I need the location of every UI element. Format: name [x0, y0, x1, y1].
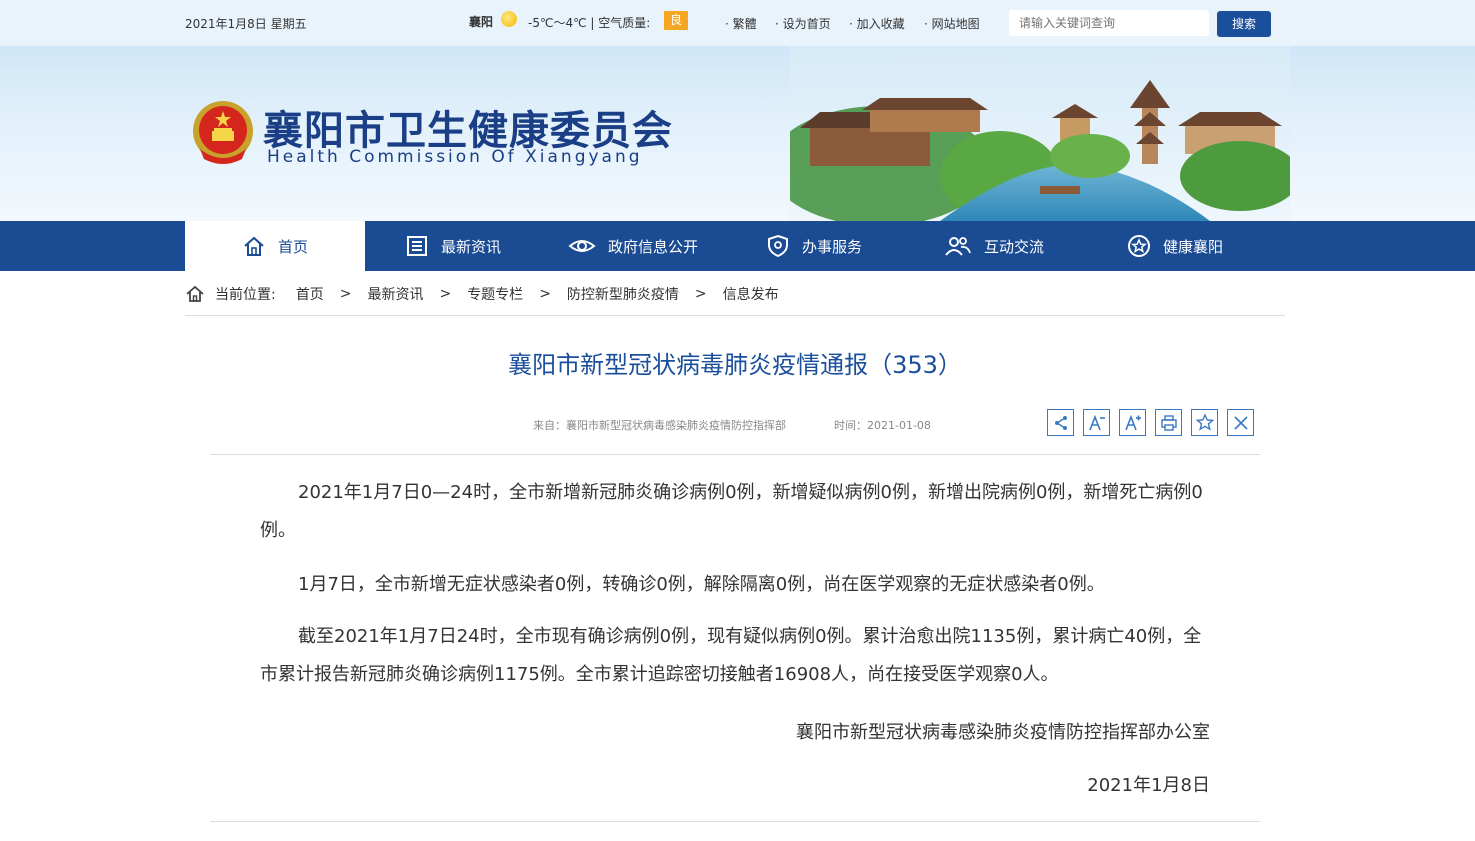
header-banner: 襄阳市卫生健康委员会 Health Commission Of Xiangyan…: [0, 46, 1475, 221]
article-sign-date: 2021年1月8日: [1087, 775, 1210, 796]
breadcrumb-epidemic[interactable]: 防控新型肺炎疫情: [567, 284, 679, 304]
nav-item-services[interactable]: 办事服务: [766, 221, 862, 271]
breadcrumb-news[interactable]: 最新资讯: [367, 284, 423, 304]
breadcrumb-separator: >: [339, 286, 352, 302]
breadcrumb: 当前位置: 首页 > 最新资讯 > 专题专栏 > 防控新型肺炎疫情 > 信息发布: [185, 283, 779, 305]
favorite-icon: [1195, 414, 1214, 431]
breadcrumb-separator: >: [539, 286, 551, 302]
star-icon: [1128, 235, 1150, 257]
shield-icon: [768, 234, 788, 258]
print-button[interactable]: [1155, 409, 1182, 436]
home-icon: [244, 236, 264, 256]
share-icon: [1054, 415, 1067, 430]
breadcrumb-info-release[interactable]: 信息发布: [723, 284, 779, 304]
article-source: 来自：襄阳市新型冠状病毒感染肺炎疫情防控指挥部: [533, 419, 786, 432]
breadcrumb-home[interactable]: 首页: [296, 284, 324, 304]
nav-item-label: 健康襄阳: [1163, 237, 1224, 256]
national-emblem-icon: [193, 101, 253, 164]
nav-item-gov-info[interactable]: 政府信息公开: [568, 221, 698, 271]
nav-item-label: 互动交流: [984, 237, 1045, 256]
people-icon: [945, 237, 971, 256]
article-signature: 襄阳市新型冠状病毒感染肺炎疫情防控指挥部办公室: [796, 722, 1210, 743]
divider: [210, 821, 1260, 822]
news-icon: [407, 236, 427, 256]
font-increase-button[interactable]: [1119, 409, 1146, 436]
site-map-link[interactable]: · 网站地图: [924, 15, 980, 32]
top-bar: 2021年1月8日 星期五 襄阳 -5℃～4℃ | 空气质量: 良 · 繁體 ·…: [0, 0, 1475, 46]
breadcrumb-separator: >: [439, 286, 452, 302]
site-subtitle: Health Commission Of Xiangyang: [267, 147, 643, 167]
eye-icon: [568, 240, 596, 252]
divider: [185, 315, 1285, 316]
font-decrease-button[interactable]: [1083, 409, 1110, 436]
close-icon: [1233, 415, 1248, 430]
add-favorite-link[interactable]: · 加入收藏: [849, 15, 905, 32]
breadcrumb-prefix: 当前位置:: [215, 287, 276, 303]
divider: [210, 454, 1260, 455]
breadcrumb-special-column[interactable]: 专题专栏: [467, 284, 523, 304]
air-quality-badge: 良: [664, 11, 688, 30]
nav-item-label: 政府信息公开: [608, 237, 699, 256]
breadcrumb-separator: >: [694, 286, 707, 302]
traditional-chinese-link[interactable]: · 繁體: [725, 15, 757, 32]
print-icon: [1160, 414, 1177, 431]
article-paragraph: 截至2021年1月7日24时，全市现有确诊病例0例，现有疑似病例0例。累计治愈出…: [260, 626, 1202, 685]
main-nav: 首页 最新资讯 政府信息公开 办事服务 互动交流 健康襄阳: [0, 221, 1475, 271]
sun-icon: [501, 11, 517, 27]
font-increase-icon: [1124, 414, 1141, 430]
home-icon: [186, 285, 204, 302]
article-time: 时间：2021-01-08: [834, 419, 931, 432]
article-toolbar: [1047, 409, 1263, 436]
article-paragraph: 1月7日，全市新增无症状感染者0例，转确诊0例，解除隔离0例，尚在医学观察的无症…: [298, 574, 1105, 595]
weather-temperature: -5℃～4℃ | 空气质量:: [528, 16, 651, 30]
nav-item-health-xiangyang[interactable]: 健康襄阳: [1127, 221, 1223, 271]
nav-item-news[interactable]: 最新资讯: [405, 221, 501, 271]
set-homepage-link[interactable]: · 设为首页: [775, 15, 831, 32]
font-decrease-icon: [1088, 414, 1105, 430]
nav-item-label: 最新资讯: [441, 237, 502, 256]
favorite-button[interactable]: [1191, 409, 1218, 436]
share-button[interactable]: [1047, 409, 1074, 436]
nav-item-label: 办事服务: [802, 237, 863, 256]
nav-item-label: 首页: [277, 237, 308, 256]
city-scenery-image: [790, 46, 1290, 221]
nav-item-interaction[interactable]: 互动交流: [944, 221, 1044, 271]
search-input[interactable]: [1009, 10, 1209, 36]
current-date: 2021年1月8日 星期五: [185, 17, 307, 31]
close-button[interactable]: [1227, 409, 1254, 436]
article-title: 襄阳市新型冠状病毒肺炎疫情通报（353）: [508, 351, 962, 379]
weather-city: 襄阳: [469, 15, 494, 29]
nav-item-home[interactable]: 首页: [185, 221, 365, 271]
article-paragraph: 2021年1月7日0—24时，全市新增新冠肺炎确诊病例0例，新增疑似病例0例，新…: [260, 482, 1203, 541]
search-button[interactable]: 搜索: [1217, 11, 1271, 37]
